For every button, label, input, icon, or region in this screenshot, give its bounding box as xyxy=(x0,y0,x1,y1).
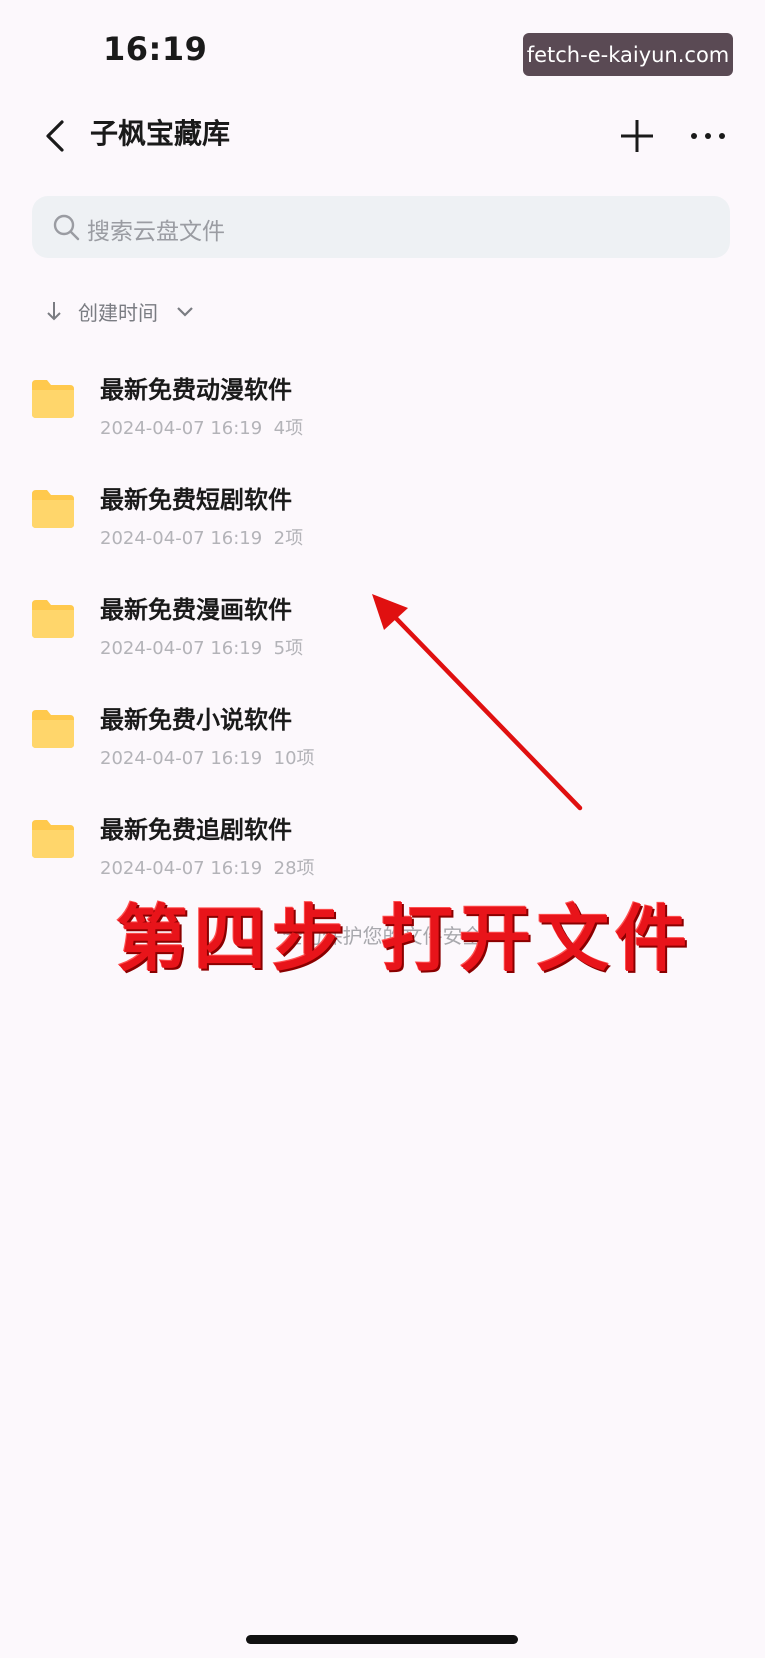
header: 子枫宝藏库 xyxy=(0,100,765,170)
step-annotation: 第四步 打开文件 xyxy=(116,896,694,981)
file-count: 2项 xyxy=(273,528,304,549)
file-date: 2024-04-07 16:19 xyxy=(100,418,263,439)
more-horizontal-icon xyxy=(691,133,725,139)
sort-dropdown[interactable]: 创建时间 xyxy=(44,296,196,326)
back-button[interactable] xyxy=(38,114,78,158)
folder-icon xyxy=(32,820,74,858)
file-meta: 2024-04-07 16:19 28项 xyxy=(100,854,315,880)
file-meta: 2024-04-07 16:19 2项 xyxy=(100,524,303,550)
more-button[interactable] xyxy=(686,114,730,158)
chevron-down-icon xyxy=(177,307,193,317)
list-item[interactable]: 最新免费动漫软件 2024-04-07 16:19 4项 xyxy=(0,350,765,450)
list-item[interactable]: 最新免费短剧软件 2024-04-07 16:19 2项 xyxy=(0,460,765,560)
file-meta: 2024-04-07 16:19 4项 xyxy=(100,414,303,440)
file-name: 最新免费短剧软件 xyxy=(100,486,292,514)
home-indicator[interactable] xyxy=(246,1635,518,1644)
plus-icon xyxy=(621,120,653,152)
file-count: 28项 xyxy=(273,858,315,879)
red-arrow-annotation xyxy=(372,594,583,811)
page-title: 子枫宝藏库 xyxy=(90,117,231,150)
file-count: 10项 xyxy=(273,748,315,769)
chevron-left-icon xyxy=(46,120,64,152)
status-time: 16:19 xyxy=(103,30,208,68)
file-count: 4项 xyxy=(273,418,304,439)
watermark-badge: fetch-e-kaiyun.com xyxy=(523,33,733,76)
folder-icon xyxy=(32,380,74,418)
file-name: 最新免费漫画软件 xyxy=(100,596,292,624)
file-date: 2024-04-07 16:19 xyxy=(100,638,263,659)
file-name: 最新免费小说软件 xyxy=(100,706,292,734)
file-name: 最新免费追剧软件 xyxy=(100,816,292,844)
sort-label: 创建时间 xyxy=(78,300,158,325)
search-placeholder: 搜索云盘文件 xyxy=(87,219,225,245)
folder-icon xyxy=(32,710,74,748)
file-count: 5项 xyxy=(273,638,304,659)
status-bar: 16:19 fetch-e-kaiyun.com xyxy=(0,0,765,100)
folder-icon xyxy=(32,490,74,528)
file-date: 2024-04-07 16:19 xyxy=(100,858,263,879)
file-name: 最新免费动漫软件 xyxy=(100,376,292,404)
search-input[interactable]: 搜索云盘文件 xyxy=(32,196,730,258)
folder-icon xyxy=(32,600,74,638)
arrow-down-icon xyxy=(47,302,61,321)
file-date: 2024-04-07 16:19 xyxy=(100,748,263,769)
file-meta: 2024-04-07 16:19 10项 xyxy=(100,744,315,770)
file-meta: 2024-04-07 16:19 5项 xyxy=(100,634,303,660)
add-button[interactable] xyxy=(615,114,659,158)
search-icon xyxy=(53,214,80,241)
file-date: 2024-04-07 16:19 xyxy=(100,528,263,549)
